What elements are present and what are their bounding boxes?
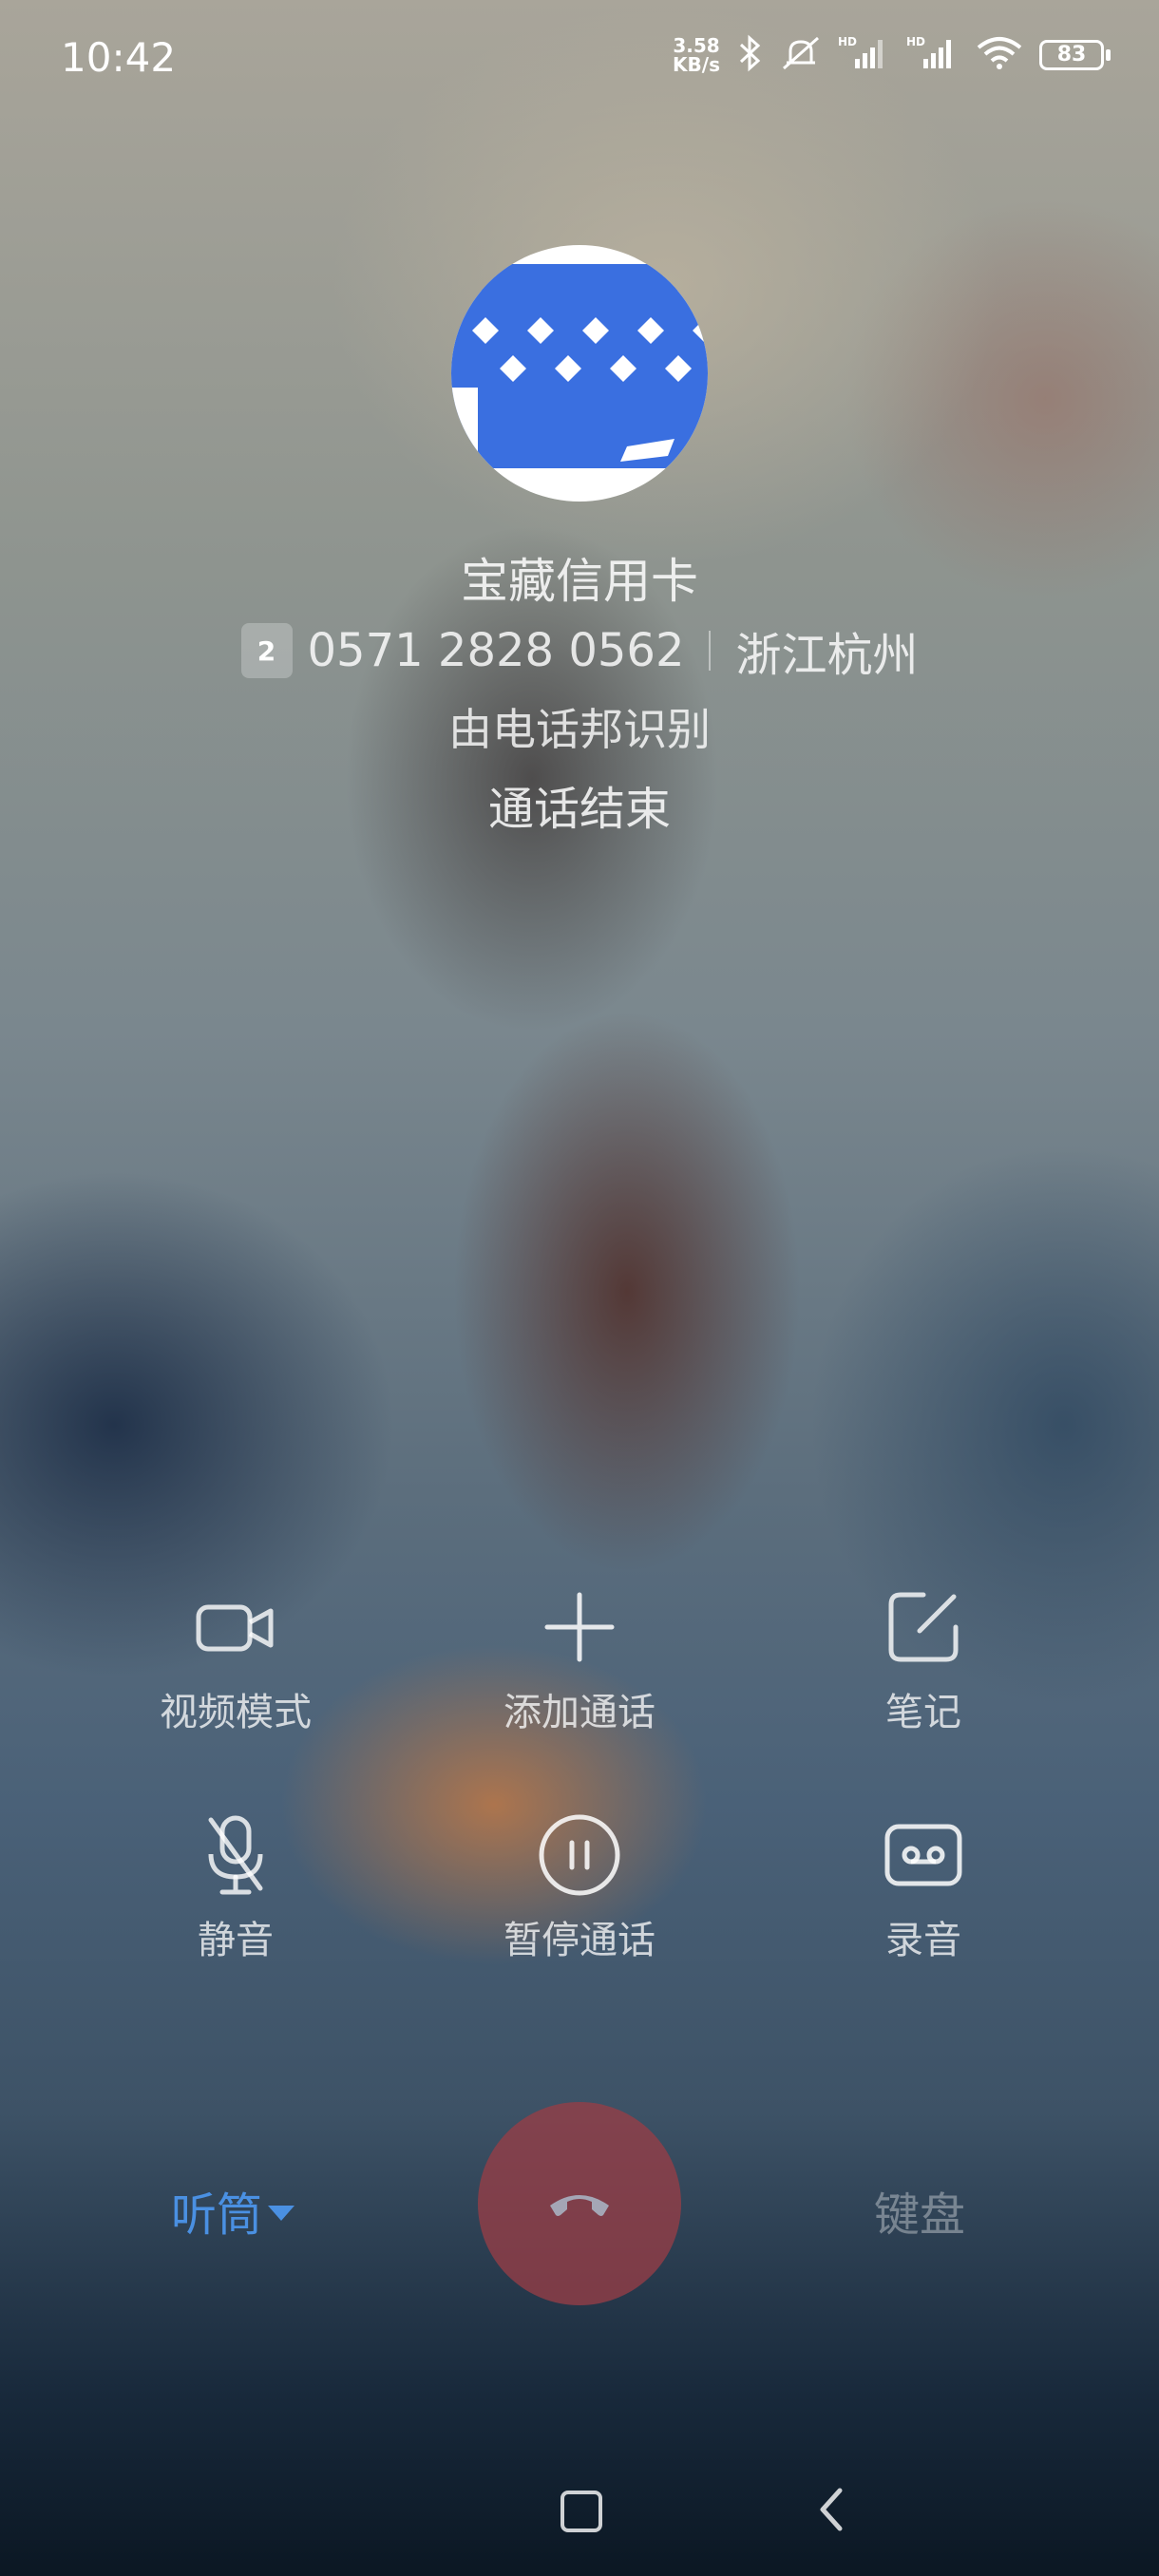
hold-call-button[interactable]: 暂停通话 [437,1812,722,1964]
record-button[interactable]: 录音 [781,1812,1066,1964]
wifi-icon [975,34,1024,76]
note-edit-icon [781,1584,1066,1670]
video-mode-button[interactable]: 视频模式 [93,1584,378,1736]
mute-button[interactable]: 静音 [93,1812,378,1964]
divider [709,631,712,671]
bluetooth-icon [735,34,764,76]
hang-up-button[interactable] [478,2102,681,2305]
dropdown-caret-icon [268,2206,295,2221]
silent-bell-icon [779,34,823,76]
identified-by-label: 由电话邦识别 [448,704,711,755]
keypad-button[interactable]: 键盘 [874,2177,965,2244]
pause-circle-icon [437,1812,722,1898]
caller-avatar [451,245,708,502]
home-square-icon[interactable] [560,2491,602,2532]
caller-location: 浙江杭州 [735,629,919,682]
audio-route-dropdown[interactable]: 听筒 [171,2177,295,2244]
call-status: 通话结束 [487,783,671,836]
call-controls-bottom: 听筒 键盘 [0,2101,1159,2310]
voicemail-record-icon [781,1812,1066,1898]
battery-icon: 83 [1039,40,1111,70]
back-chevron-icon[interactable] [817,2487,846,2536]
navigation-bar [0,2470,1159,2546]
microphone-muted-icon [93,1812,378,1898]
add-call-button[interactable]: 添加通话 [437,1584,722,1736]
status-bar: 10:42 3.58 KB/s HD HD 83 [0,0,1159,114]
plus-icon [437,1584,722,1670]
signal-2-icon: HD [906,34,960,76]
svg-text:HD: HD [838,35,857,48]
phone-hangup-icon [546,2183,613,2225]
video-camera-icon [93,1584,378,1670]
status-icons: 3.58 KB/s HD HD 83 [673,34,1111,76]
svg-text:HD: HD [906,35,925,48]
notes-button[interactable]: 笔记 [781,1584,1066,1736]
sim-slot-badge: 2 [240,623,293,678]
signal-1-icon: HD [838,34,891,76]
caller-number-row: 2 0571 2828 0562 浙江杭州 [0,617,1159,684]
clock: 10:42 [61,34,177,81]
caller-name: 宝藏信用卡 [461,554,698,609]
phone-number: 0571 2828 0562 [307,624,685,677]
network-speed: 3.58 KB/s [673,34,720,76]
